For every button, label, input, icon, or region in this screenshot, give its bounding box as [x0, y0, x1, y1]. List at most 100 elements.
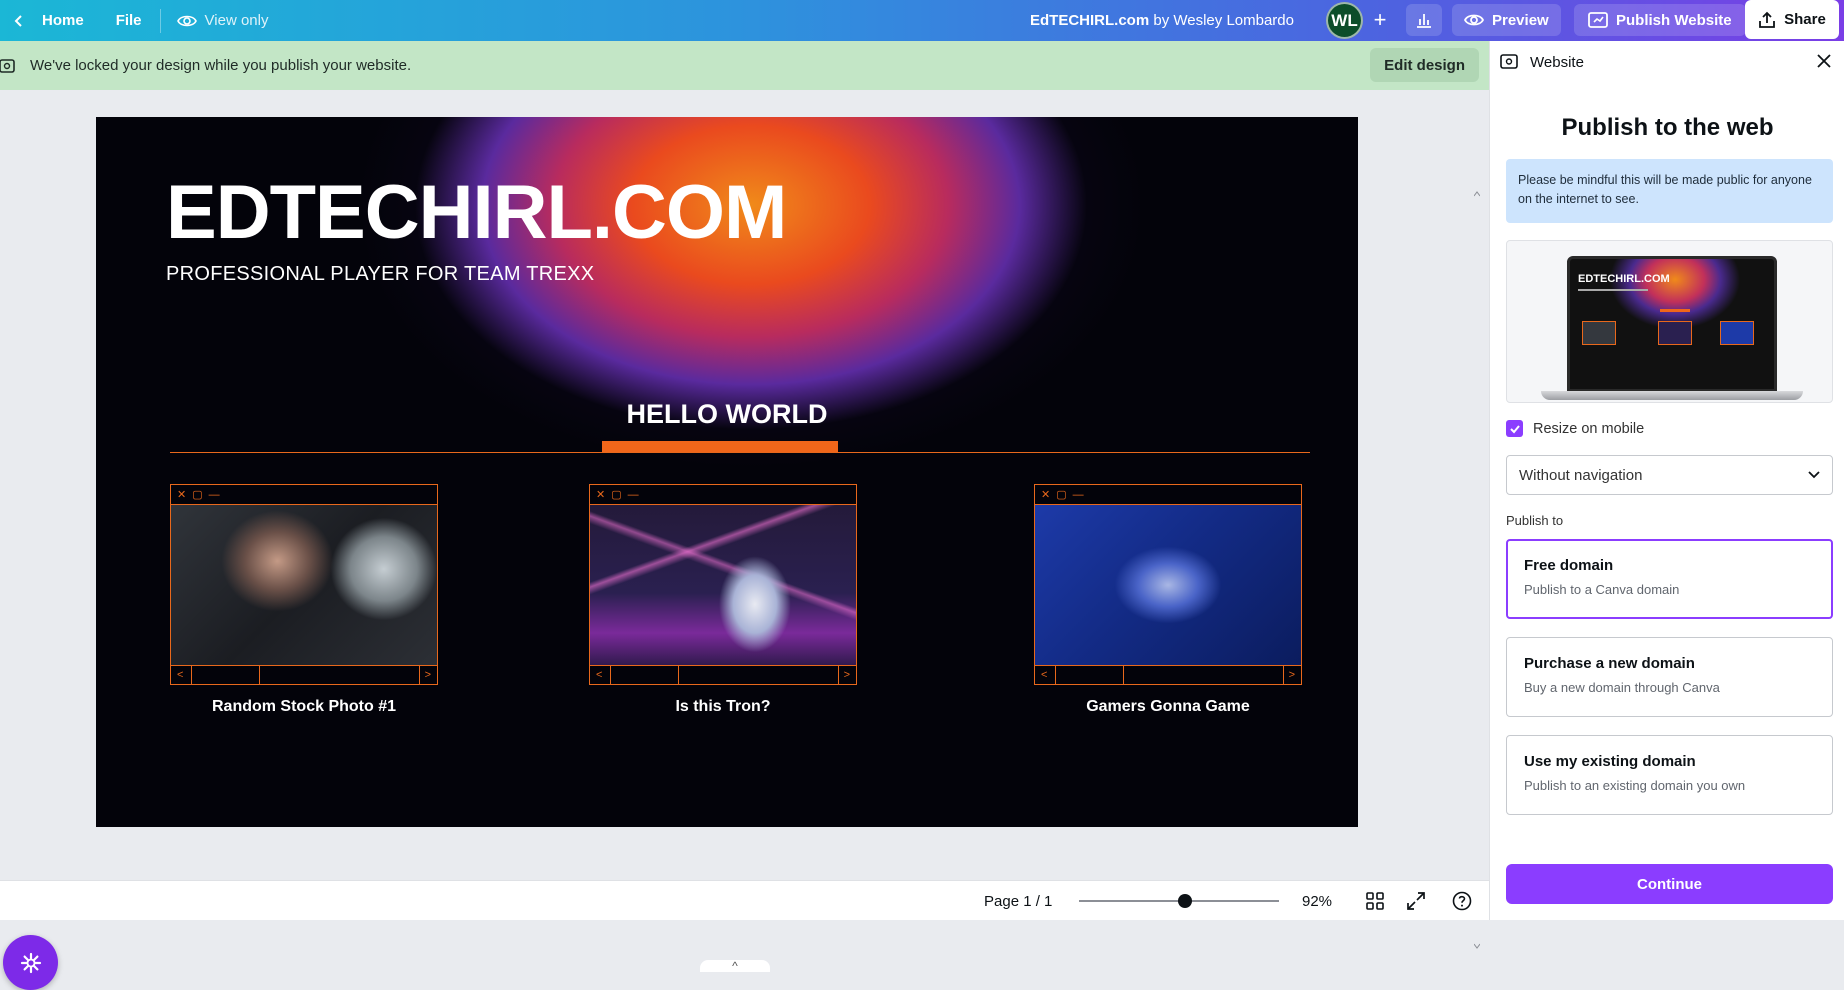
controller-photo — [1035, 505, 1301, 665]
card-caption: Gamers Gonna Game — [1086, 698, 1250, 715]
website-lock-icon — [0, 58, 15, 73]
site-title: EDTECHIRL.COM — [166, 170, 787, 255]
card-caption: Is this Tron? — [675, 698, 771, 715]
minimize-icon: — — [627, 488, 639, 501]
preview-label: Preview — [1492, 11, 1549, 29]
close-icon: ✕ — [596, 489, 606, 501]
laptop-base — [1541, 391, 1803, 400]
section-heading: HELLO WORLD — [626, 399, 828, 429]
minimize-icon: — — [208, 488, 220, 501]
website-icon — [1500, 54, 1518, 69]
home-button[interactable]: Home — [0, 0, 96, 41]
window-footer: < > — [171, 665, 437, 685]
site-subtitle: PROFESSIONAL PLAYER FOR TEAM TREXX — [166, 263, 595, 285]
document-title[interactable]: EdTECHIRL.com by Wesley Lombardo — [1030, 0, 1294, 41]
copy-icon: ▢ — [1056, 489, 1067, 501]
locked-banner-text: We've locked your design while you publi… — [30, 57, 412, 74]
website-icon — [1588, 12, 1608, 28]
copy-icon: ▢ — [611, 489, 622, 501]
preview-button[interactable]: Preview — [1452, 4, 1561, 36]
card-caption: Random Stock Photo #1 — [211, 698, 397, 715]
zoom-slider-handle[interactable] — [1178, 894, 1193, 908]
sparkle-icon — [20, 952, 41, 973]
photo-card-3: ✕ ▢ — < > — [1034, 484, 1302, 685]
website-design-page: EDTECHIRL.COM PROFESSIONAL PLAYER FOR TE… — [96, 117, 1358, 827]
option-subtitle: Publish to an existing domain you own — [1524, 778, 1746, 793]
view-only-indicator[interactable]: View only — [167, 12, 279, 29]
add-collaborator-button[interactable]: + — [1364, 4, 1396, 36]
share-button[interactable]: Share — [1745, 0, 1839, 39]
panel-header: Website — [1500, 51, 1584, 73]
heading-divider-line — [170, 452, 1310, 453]
close-icon: ✕ — [1041, 489, 1051, 501]
magic-assistant-button[interactable] — [3, 935, 58, 990]
public-notice: Please be mindful this will be made publ… — [1506, 159, 1833, 223]
continue-button[interactable]: Continue — [1506, 864, 1833, 904]
minimize-icon: — — [1072, 488, 1084, 501]
view-only-label: View only — [204, 12, 269, 29]
option-title: Free domain — [1524, 557, 1614, 574]
file-menu-button[interactable]: File — [104, 0, 154, 41]
fullscreen-icon[interactable] — [1406, 891, 1426, 911]
insights-button[interactable] — [1406, 4, 1442, 36]
file-label: File — [115, 12, 142, 29]
vertical-scrollbar[interactable] — [1474, 190, 1480, 950]
window-controls: ✕ ▢ — — [590, 485, 856, 505]
show-pages-toggle[interactable]: ^ — [700, 960, 770, 972]
eye-icon — [1464, 14, 1484, 26]
purchase-domain-option[interactable]: Purchase a new domain Buy a new domain t… — [1506, 637, 1833, 717]
close-icon — [1817, 54, 1831, 68]
navigation-value: Without navigation — [1519, 466, 1643, 484]
preview-thumb — [1720, 321, 1754, 345]
document-owner: by Wesley Lombardo — [1153, 12, 1294, 29]
navigation-select[interactable]: Without navigation — [1506, 455, 1833, 495]
grid-view-icon[interactable] — [1365, 891, 1385, 911]
option-subtitle: Buy a new domain through Canva — [1524, 680, 1720, 695]
photo-card-2: ✕ ▢ — < > — [589, 484, 857, 685]
gamer-photo — [171, 505, 437, 665]
toolbar-divider — [159, 8, 161, 33]
edit-design-button[interactable]: Edit design — [1370, 48, 1479, 82]
resize-on-mobile-option[interactable]: Resize on mobile — [1506, 420, 1644, 437]
publish-website-button[interactable]: Publish Website — [1574, 4, 1746, 36]
resize-checkbox[interactable] — [1506, 420, 1523, 437]
copy-icon: ▢ — [192, 489, 203, 501]
preview-thumb — [1582, 321, 1616, 345]
laptop-screen: EDTECHIRL.COM — [1567, 256, 1777, 392]
resize-label: Resize on mobile — [1533, 420, 1645, 437]
upload-icon — [1759, 11, 1776, 28]
preview-heading-bar — [1660, 309, 1690, 312]
preview-site-title: EDTECHIRL.COM — [1578, 273, 1670, 285]
option-subtitle: Publish to a Canva domain — [1524, 582, 1680, 597]
panel-title: Publish to the web — [1561, 114, 1774, 141]
check-icon — [1509, 424, 1520, 433]
close-panel-button[interactable] — [1814, 51, 1834, 71]
zoom-level[interactable]: 92% — [1302, 881, 1332, 921]
option-title: Purchase a new domain — [1524, 655, 1695, 672]
plus-icon: + — [1373, 7, 1387, 32]
chevron-right-icon: > — [424, 669, 431, 681]
vr-arcade-photo — [590, 505, 856, 665]
preview-subtitle-line — [1578, 289, 1648, 291]
top-toolbar: Home File View only EdTECHIRL.com by Wes… — [0, 0, 1844, 41]
home-label: Home — [42, 12, 84, 29]
page-indicator[interactable]: Page 1 / 1 — [984, 881, 1052, 921]
preview-glow — [1610, 259, 1740, 329]
chevron-up-icon: ^ — [732, 959, 738, 973]
chevron-left-icon: < — [596, 669, 603, 681]
preview-thumb — [1658, 321, 1692, 345]
publish-panel: Website Publish to the web Please be min… — [1489, 41, 1844, 920]
help-icon[interactable] — [1452, 891, 1472, 911]
chevron-right-icon: > — [843, 669, 850, 681]
window-controls: ✕ ▢ — — [1035, 485, 1301, 505]
free-domain-option[interactable]: Free domain Publish to a Canva domain — [1506, 539, 1833, 619]
chevron-left-icon: < — [1041, 669, 1048, 681]
editor-footer: Page 1 / 1 92% — [0, 880, 1489, 920]
panel-header-label: Website — [1530, 53, 1584, 71]
canvas-area: EDTECHIRL.COM PROFESSIONAL PLAYER FOR TE… — [0, 90, 1489, 990]
existing-domain-option[interactable]: Use my existing domain Publish to an exi… — [1506, 735, 1833, 815]
locked-banner: We've locked your design while you publi… — [0, 41, 1489, 90]
share-label: Share — [1784, 11, 1826, 28]
chevron-down-icon — [1808, 471, 1820, 479]
avatar[interactable]: WL — [1326, 2, 1363, 39]
